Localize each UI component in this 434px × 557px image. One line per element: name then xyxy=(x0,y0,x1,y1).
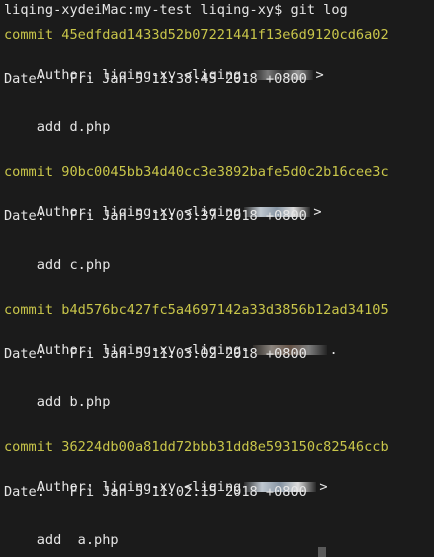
author-close: . xyxy=(329,342,338,358)
author-line: Author: liqing-xy <liqing > xyxy=(4,185,322,220)
date-line: Date: Fri Jan 5 11:03:02 2018 +0800 xyxy=(4,346,307,362)
commit-hash-line: commit b4d576bc427fc5a4697142a33d3856b12… xyxy=(4,302,389,318)
commit-message: add c.php xyxy=(4,257,111,273)
terminal-window[interactable]: liqing-xydeiMac:my-test liqing-xy$ git l… xyxy=(0,0,434,557)
scroll-marker xyxy=(318,547,326,557)
commit-hash-line: commit 36224db00a81dd72bbb31dd8e593150c8… xyxy=(4,439,389,455)
commit-message: add d.php xyxy=(4,119,111,135)
commit-message: add a.php xyxy=(4,532,119,548)
commit-hash-line: commit 90bc0045bb34d40cc3e3892bafe5d0c2b… xyxy=(4,164,389,180)
author-line: Author: liqing-xy <liqing-. xyxy=(4,323,338,358)
date-line: Date: Fri Jan 5 11:03:37 2018 +0800 xyxy=(4,208,307,224)
author-close: > xyxy=(313,204,322,220)
author-line: Author: liqing-xy <liqing- > xyxy=(4,48,324,83)
commit-hash-line: commit 45edfdad1433d52b07221441f13e6d912… xyxy=(4,27,389,43)
prompt-line: liqing-xydeiMac:my-test liqing-xy$ git l… xyxy=(4,2,348,18)
author-close: > xyxy=(319,479,328,495)
date-line: Date: Fri Jan 5 11:38:45 2018 +0800 xyxy=(4,71,307,87)
date-line: Date: Fri Jan 5 11:02:15 2018 +0800 xyxy=(4,484,307,500)
author-close: > xyxy=(315,67,324,83)
author-line: Author: liqing-xy <liqing > xyxy=(4,460,328,495)
commit-message: add b.php xyxy=(4,394,111,410)
